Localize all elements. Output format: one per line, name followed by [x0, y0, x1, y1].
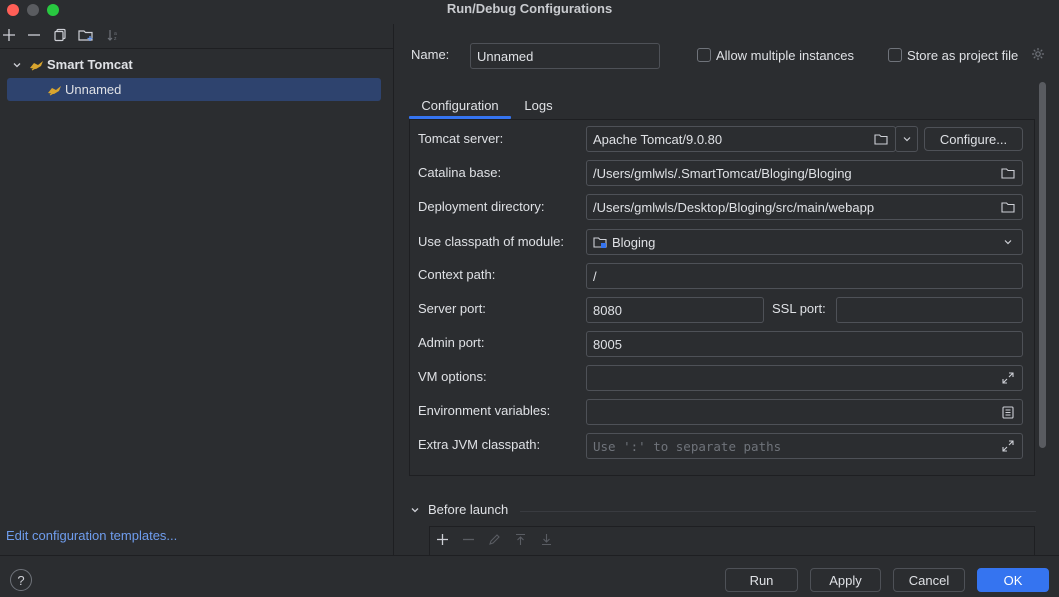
- tree-item-label: Unnamed: [65, 82, 122, 97]
- run-button[interactable]: Run: [725, 568, 798, 592]
- sidebar-toolbar: az: [0, 24, 393, 48]
- tree-group-label: Smart Tomcat: [47, 57, 133, 72]
- ssl-port-field[interactable]: [836, 297, 1023, 323]
- new-folder-icon[interactable]: [77, 26, 95, 44]
- apply-button[interactable]: Apply: [810, 568, 881, 592]
- sort-icon[interactable]: az: [104, 26, 122, 44]
- chevron-down-icon: [1000, 234, 1016, 250]
- classpath-module-select[interactable]: Bloging: [586, 229, 1023, 255]
- deployment-directory-label: Deployment directory:: [418, 199, 545, 214]
- catalina-base-label: Catalina base:: [418, 165, 502, 180]
- move-down-icon[interactable]: [540, 533, 553, 546]
- ssl-port-label: SSL port:: [772, 301, 826, 316]
- configuration-editor: Name: Unnamed Allow multiple instances S…: [394, 24, 1059, 555]
- chevron-down-icon[interactable]: [410, 505, 420, 515]
- title-bar: Run/Debug Configurations: [0, 0, 1059, 18]
- copy-icon[interactable]: [51, 26, 69, 44]
- tomcat-server-dropdown-button[interactable]: [895, 126, 918, 152]
- move-up-icon[interactable]: [514, 533, 527, 546]
- chevron-down-icon[interactable]: [9, 60, 25, 70]
- catalina-base-value: /Users/gmlwls/.SmartTomcat/Bloging/Blogi…: [593, 165, 852, 181]
- tree-group-smart-tomcat[interactable]: Smart Tomcat: [7, 53, 381, 76]
- help-button[interactable]: ?: [10, 569, 32, 591]
- edit-icon[interactable]: [488, 533, 501, 546]
- classpath-module-label: Use classpath of module:: [418, 234, 564, 249]
- tomcat-server-select[interactable]: Apache Tomcat/9.0.80: [586, 126, 896, 152]
- tomcat-icon: [29, 59, 47, 71]
- folder-icon[interactable]: [873, 131, 889, 147]
- minus-icon[interactable]: [25, 26, 43, 44]
- environment-variables-field[interactable]: [586, 399, 1023, 425]
- document-icon[interactable]: [1000, 404, 1016, 420]
- expand-icon[interactable]: [1000, 370, 1016, 386]
- chevron-down-icon: [902, 134, 912, 144]
- classpath-module-value: Bloging: [612, 234, 656, 250]
- dialog-button-bar: ? Run Apply Cancel OK: [0, 555, 1059, 597]
- folder-icon[interactable]: [1000, 165, 1016, 181]
- extra-jvm-classpath-field[interactable]: Use ':' to separate paths: [586, 433, 1023, 459]
- name-value: Unnamed: [477, 48, 534, 64]
- edit-configuration-templates-link[interactable]: Edit configuration templates...: [6, 528, 177, 543]
- configurations-sidebar: az Smart Tomcat Unnamed Edit configurati…: [0, 24, 393, 555]
- server-port-value: 8080: [593, 302, 622, 318]
- cancel-button[interactable]: Cancel: [893, 568, 965, 592]
- plus-icon[interactable]: [0, 26, 18, 44]
- admin-port-label: Admin port:: [418, 335, 485, 350]
- vm-options-label: VM options:: [418, 369, 487, 384]
- context-path-label: Context path:: [418, 267, 496, 282]
- before-launch-section[interactable]: Before launch: [410, 502, 508, 517]
- before-launch-divider: [520, 511, 1036, 512]
- tomcat-icon: [47, 84, 65, 96]
- context-path-value: /: [593, 268, 597, 284]
- extra-jvm-classpath-label: Extra JVM classpath:: [418, 437, 541, 452]
- store-as-project-file-checkbox[interactable]: [888, 48, 902, 62]
- tomcat-server-label: Tomcat server:: [418, 131, 504, 146]
- gear-icon[interactable]: [1031, 47, 1045, 64]
- folder-icon[interactable]: [1000, 199, 1016, 215]
- catalina-base-field[interactable]: /Users/gmlwls/.SmartTomcat/Bloging/Blogi…: [586, 160, 1023, 186]
- admin-port-value: 8005: [593, 336, 622, 352]
- server-port-field[interactable]: 8080: [586, 297, 764, 323]
- tomcat-server-value: Apache Tomcat/9.0.80: [593, 131, 723, 147]
- module-icon: [593, 236, 608, 249]
- deployment-directory-field[interactable]: /Users/gmlwls/Desktop/Bloging/src/main/w…: [586, 194, 1023, 220]
- vm-options-field[interactable]: [586, 365, 1023, 391]
- deployment-directory-value: /Users/gmlwls/Desktop/Bloging/src/main/w…: [593, 199, 875, 215]
- before-launch-label: Before launch: [428, 502, 509, 517]
- configure-button[interactable]: Configure...: [924, 127, 1023, 151]
- before-launch-list: [429, 526, 1035, 555]
- admin-port-field[interactable]: 8005: [586, 331, 1023, 357]
- expand-icon[interactable]: [1000, 438, 1016, 454]
- store-as-project-file-label: Store as project file: [907, 48, 1019, 63]
- server-port-label: Server port:: [418, 301, 486, 316]
- add-icon[interactable]: [436, 533, 449, 546]
- toolbar-divider: [0, 48, 393, 49]
- name-field[interactable]: Unnamed: [470, 43, 660, 69]
- allow-multiple-instances-checkbox[interactable]: [697, 48, 711, 62]
- scrollbar[interactable]: [1039, 82, 1046, 448]
- tab-logs[interactable]: Logs: [515, 91, 562, 119]
- environment-variables-label: Environment variables:: [418, 403, 551, 418]
- ok-button[interactable]: OK: [977, 568, 1049, 592]
- tab-configuration[interactable]: Configuration: [409, 91, 511, 119]
- window-title: Run/Debug Configurations: [446, 1, 613, 16]
- allow-multiple-instances-label: Allow multiple instances: [716, 48, 855, 63]
- context-path-field[interactable]: /: [586, 263, 1023, 289]
- remove-icon[interactable]: [462, 533, 475, 546]
- extra-jvm-classpath-placeholder: Use ':' to separate paths: [593, 438, 782, 454]
- name-label: Name:: [411, 47, 450, 62]
- tree-item-unnamed[interactable]: Unnamed: [7, 78, 381, 101]
